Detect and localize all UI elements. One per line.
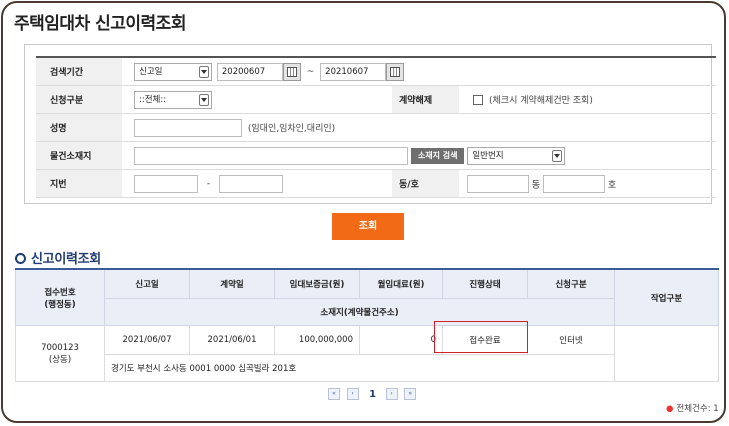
next-page-icon[interactable]: › xyxy=(385,388,398,400)
address-label: 물건소재지 xyxy=(36,141,122,170)
date-from-input[interactable]: 20200607 xyxy=(216,62,283,81)
cancel-label: 계약해제 xyxy=(392,85,459,114)
chevron-down-icon xyxy=(199,65,209,78)
dong-suffix: 동 xyxy=(531,180,541,190)
col-work-type: 작업구분 xyxy=(614,268,719,326)
date-to-input[interactable]: 20210607 xyxy=(320,62,387,81)
col-receipt-no: 접수번호 (행정동) xyxy=(15,268,105,326)
date-range-tilde: ~ xyxy=(306,66,315,77)
col-apply-type: 신청구분 xyxy=(527,268,615,299)
prev-page-icon[interactable]: ‹ xyxy=(346,388,359,400)
circle-bullet-icon xyxy=(15,253,26,264)
section-title: 신고이력조회 xyxy=(15,248,101,267)
status-highlight-box xyxy=(434,321,528,353)
page-title: 주택임대차 신고이력조회 xyxy=(14,14,186,34)
address-input[interactable] xyxy=(134,146,408,165)
current-page[interactable]: 1 xyxy=(369,389,376,400)
ho-input[interactable] xyxy=(543,174,606,193)
cancel-note: (체크시 계약해제건만 조회) xyxy=(489,96,593,106)
table-row-address[interactable]: 경기도 부천시 소사동 0001 0000 심곡빌라 201호 xyxy=(16,354,719,382)
cell-monthly-rent: 0 xyxy=(359,325,443,355)
lot-type-select[interactable]: 일반번지 xyxy=(467,146,566,165)
cell-work-type xyxy=(614,325,719,382)
lot-main-input[interactable] xyxy=(134,174,198,193)
col-location: 소재지(계약물건주소) xyxy=(104,298,615,326)
calendar-icon[interactable] xyxy=(282,62,301,81)
chevron-down-icon xyxy=(199,93,209,106)
cell-deposit: 100,000,000 xyxy=(274,325,360,355)
date-type-select[interactable]: 신고일 xyxy=(134,62,212,81)
lot-sub-input[interactable] xyxy=(219,174,283,193)
cell-location: 경기도 부천시 소사동 0001 0000 심곡빌라 201호 xyxy=(104,354,615,382)
dong-ho-label: 동/호 xyxy=(392,169,459,198)
apply-type-select[interactable]: ::전체:: xyxy=(134,90,212,109)
cell-contract-date: 2021/06/01 xyxy=(189,325,275,355)
table-row[interactable]: 7000123 (상동) 2021/06/07 2021/06/01 100,00… xyxy=(15,325,719,382)
cell-receipt-no: 7000123 (상동) xyxy=(15,325,105,382)
dong-input[interactable] xyxy=(467,174,529,193)
last-page-icon[interactable]: » xyxy=(404,388,417,400)
result-table: 접수번호 (행정동) 신고일 계약일 임대보증금(원) 월임대료(원) 진행상태 … xyxy=(15,268,719,382)
col-monthly-rent: 월임대료(원) xyxy=(359,268,443,299)
submit-search-button[interactable]: 조회 xyxy=(332,213,404,240)
lot-dash: - xyxy=(206,178,211,189)
pagination: « ‹ 1 › » xyxy=(328,388,420,400)
col-report-date: 신고일 xyxy=(104,268,190,299)
lot-label: 지번 xyxy=(36,169,122,198)
cell-report-date: 2021/06/07 xyxy=(104,325,190,355)
period-label: 검색기간 xyxy=(36,56,122,86)
search-form: 검색기간 신고일 20200607 ~ 20210607 신청구분 ::전체::… xyxy=(36,56,716,198)
col-status: 진행상태 xyxy=(442,268,528,299)
name-input[interactable] xyxy=(134,118,242,137)
cell-apply-type: 인터넷 xyxy=(527,325,615,355)
total-count: ● 전체건수: 1 xyxy=(666,404,719,414)
col-contract-date: 계약일 xyxy=(189,268,275,299)
address-search-button[interactable]: 소재지 검색 xyxy=(410,147,465,164)
name-note: (임대인,임차인,대리인) xyxy=(247,124,336,134)
col-deposit: 임대보증금(원) xyxy=(274,268,360,299)
ho-suffix: 호 xyxy=(607,180,617,190)
cancel-checkbox[interactable] xyxy=(473,94,483,105)
bullet-icon: ● xyxy=(666,404,674,414)
name-label: 성명 xyxy=(36,113,122,142)
apply-type-label: 신청구분 xyxy=(36,85,122,114)
chevron-down-icon xyxy=(552,149,563,162)
first-page-icon[interactable]: « xyxy=(328,388,340,400)
calendar-icon[interactable] xyxy=(386,62,405,81)
